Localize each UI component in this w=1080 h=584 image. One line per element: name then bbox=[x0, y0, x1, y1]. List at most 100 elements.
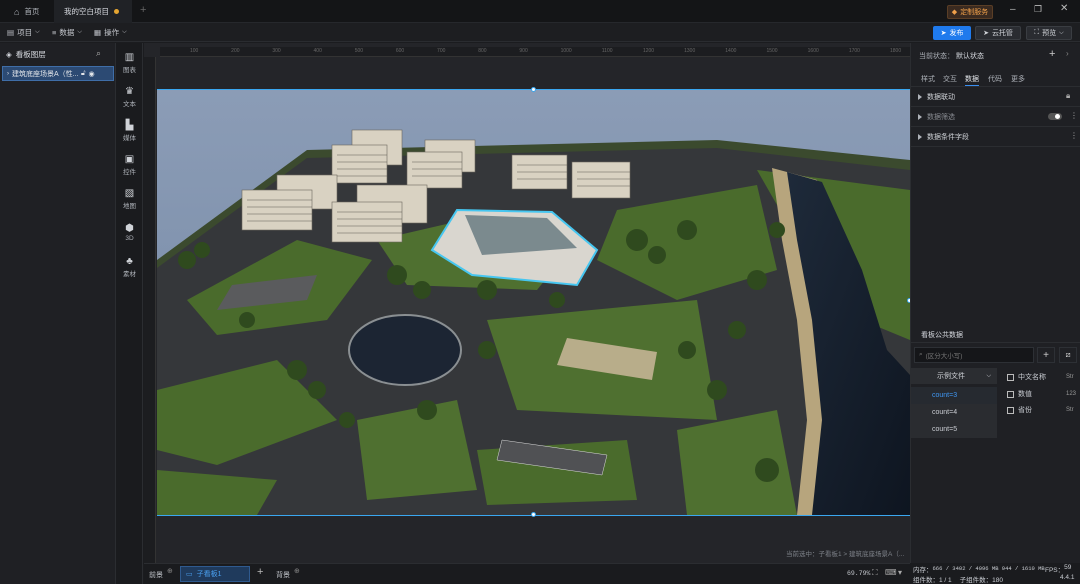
eye-icon[interactable]: ◉ bbox=[89, 70, 95, 78]
unlock-icon[interactable]: 🔓︎ bbox=[81, 70, 86, 78]
component-3d[interactable]: ⬢ 3D bbox=[116, 217, 143, 249]
search-icon[interactable]: ⌕ bbox=[96, 48, 101, 59]
field-item[interactable]: 省份 Str bbox=[1007, 404, 1077, 416]
chevron-right-icon: › bbox=[7, 70, 9, 77]
component-media[interactable]: ▙ 媒体 bbox=[116, 115, 143, 147]
layer-item[interactable]: › 建筑底座场景A（性... 🔓︎ ◉ bbox=[2, 66, 114, 81]
ruler-tick-label: 1000 bbox=[560, 48, 572, 54]
background-tab[interactable]: 背景 bbox=[276, 570, 290, 580]
status-panel: 内存： 666 / 3402 / 4096 MB 944 / 1610 MB F… bbox=[910, 563, 1080, 584]
component-bar: ▥ 图表 ♛ 文本 ▙ 媒体 ▣ 控件 ▧ 地图 ⬢ 3D ♣ 素材 bbox=[116, 43, 143, 584]
menu-project[interactable]: ▤ 项目 ⌵ bbox=[7, 23, 40, 42]
preview-button[interactable]: ⛶ 预览 ⌵ bbox=[1026, 26, 1072, 40]
collapse-icon[interactable]: ▾ bbox=[898, 568, 902, 577]
component-chart[interactable]: ▥ 图表 bbox=[116, 47, 143, 79]
field-item[interactable]: 数值 123 bbox=[1007, 388, 1077, 400]
lock-icon[interactable]: 🔒︎ bbox=[1066, 91, 1070, 101]
tab-project[interactable]: 我的空白项目 bbox=[54, 0, 132, 23]
checkbox-icon[interactable] bbox=[1007, 406, 1014, 414]
chevron-down-icon: ⌵ bbox=[1059, 29, 1064, 36]
material-icon: ♣ bbox=[126, 255, 133, 267]
close-icon[interactable]: ✕ bbox=[1060, 3, 1068, 14]
ruler-tick-label: 900 bbox=[519, 48, 528, 54]
section-label: 数据筛选 bbox=[927, 113, 955, 121]
layer-panel-title: 看板图层 bbox=[15, 50, 46, 59]
add-state-icon[interactable]: + bbox=[1049, 48, 1055, 60]
fps-row: FPS： 59 bbox=[1045, 564, 1071, 574]
file-icon: ▤ bbox=[7, 28, 15, 37]
more-vertical-icon[interactable]: ⋮ bbox=[1070, 131, 1078, 140]
section-data-linkage[interactable]: 数据联动 🔒︎ bbox=[911, 87, 1080, 107]
keyboard-icon[interactable]: ⌨ bbox=[885, 568, 897, 577]
filter-toggle[interactable] bbox=[1048, 113, 1062, 120]
bottom-bar: 前景 ⊕ ▭ 子看板1 + 背景 ⊕ 69.79% ⛶ ⌨ ▾ bbox=[144, 563, 910, 584]
3d-scene-viewport[interactable] bbox=[157, 90, 910, 515]
section-condition-fields[interactable]: 数据条件字段 ⋮ bbox=[911, 127, 1080, 147]
fit-screen-icon[interactable]: ⛶ bbox=[872, 568, 878, 578]
tab-code[interactable]: 代码 bbox=[988, 72, 1002, 86]
ruler-tick-label: 600 bbox=[395, 48, 405, 54]
chevron-right-icon[interactable]: › bbox=[1066, 49, 1069, 58]
memory-label: 内存： bbox=[913, 567, 933, 574]
foreground-tab[interactable]: 前景 bbox=[149, 570, 163, 580]
component-control[interactable]: ▣ 控件 bbox=[116, 149, 143, 181]
menu-bar: ▤ 项目 ⌵ ≡ 数据 ⌵ ▦ 操作 ⌵ ➤ 发布 ➤ 云托管 ⛶ 预览 ⌵ bbox=[0, 23, 1080, 42]
component-map[interactable]: ▧ 地图 bbox=[116, 183, 143, 215]
add-data-button[interactable]: + bbox=[1037, 347, 1055, 363]
component-text[interactable]: ♛ 文本 bbox=[116, 81, 143, 113]
field-item[interactable]: 中文名称 Str bbox=[1007, 371, 1077, 383]
count-item[interactable]: count=3 bbox=[911, 387, 997, 404]
resize-handle[interactable] bbox=[531, 87, 536, 92]
add-circle-icon[interactable]: ⊕ bbox=[294, 567, 300, 575]
count-item[interactable]: count=5 bbox=[911, 421, 997, 438]
count-item[interactable]: count=4 bbox=[911, 404, 997, 421]
property-panel: 当前状态： 默认状态 + › 样式 交互 数据 代码 更多 数据联动 🔒︎ 数据… bbox=[910, 43, 1080, 584]
add-circle-icon[interactable]: ⊕ bbox=[167, 567, 173, 575]
tab-more[interactable]: 更多 bbox=[1011, 72, 1025, 86]
edit-data-icon[interactable]: ⧄ bbox=[1059, 347, 1077, 363]
ruler-tick-label: 700 bbox=[437, 48, 446, 54]
component-material-label: 素材 bbox=[123, 270, 136, 278]
resize-handle[interactable] bbox=[531, 512, 536, 517]
new-tab-icon[interactable]: + bbox=[140, 4, 146, 16]
more-vertical-icon[interactable]: ⋮ bbox=[1070, 111, 1078, 120]
tab-style[interactable]: 样式 bbox=[921, 72, 935, 86]
chevron-down-icon: ⌵ bbox=[122, 29, 127, 35]
layer-panel-header: ◈ 看板图层 bbox=[6, 49, 46, 60]
ruler-top: 100 200 300 400 500 600 700 800 900 1000 1100 1200 1… bbox=[160, 47, 910, 57]
fps-value: 59 bbox=[1064, 564, 1072, 571]
checkbox-icon[interactable] bbox=[1007, 390, 1014, 398]
menu-operate[interactable]: ▦ 操作 ⌵ bbox=[94, 23, 127, 42]
chevron-down-icon: ⌵ bbox=[986, 372, 991, 379]
sub-component-count: 子组件数：180 bbox=[959, 577, 1004, 584]
public-data-header: 看板公共数据 bbox=[911, 327, 1080, 343]
component-material[interactable]: ♣ 素材 bbox=[116, 251, 143, 283]
field-name: 省份 bbox=[1018, 407, 1032, 414]
tab-interaction[interactable]: 交互 bbox=[943, 72, 957, 86]
publish-button[interactable]: ➤ 发布 bbox=[933, 26, 971, 40]
checkbox-icon[interactable] bbox=[1007, 373, 1014, 381]
count-row: 组件数：1 / 1 子组件数：180 bbox=[913, 574, 1003, 584]
add-board-icon[interactable]: + bbox=[257, 566, 263, 578]
tab-project-label: 我的空白项目 bbox=[64, 7, 109, 16]
ruler-tick-label: 1200 bbox=[642, 48, 655, 54]
control-icon: ▣ bbox=[124, 153, 135, 165]
cloud-hosting-button[interactable]: ➤ 云托管 bbox=[975, 26, 1021, 40]
tab-home[interactable]: ⌂ 首页 bbox=[4, 0, 49, 23]
menu-data[interactable]: ≡ 数据 ⌵ bbox=[52, 23, 82, 42]
customize-service-button[interactable]: ◆ 定制服务 bbox=[947, 5, 993, 19]
map-icon: ▧ bbox=[124, 187, 135, 199]
state-value[interactable]: 默认状态 bbox=[956, 51, 984, 61]
sub-board-tab[interactable]: ▭ 子看板1 bbox=[180, 566, 250, 582]
section-data-filter[interactable]: 数据筛选 ⋮ bbox=[911, 107, 1080, 127]
preview-label: 预览 bbox=[1042, 30, 1057, 37]
fps-label: FPS： bbox=[1045, 567, 1065, 574]
file-select[interactable]: 示例文件 ⌵ bbox=[911, 368, 997, 384]
database-icon: ≡ bbox=[52, 28, 57, 37]
public-data-search-input[interactable]: ⌕ (区分大小写) bbox=[914, 347, 1034, 363]
ruler-tick-label: 1100 bbox=[601, 48, 613, 54]
restore-icon[interactable]: ❐ bbox=[1034, 4, 1042, 15]
tab-data[interactable]: 数据 bbox=[965, 72, 979, 86]
minimize-icon[interactable]: – bbox=[1010, 4, 1016, 15]
zoom-level[interactable]: 69.79% bbox=[847, 570, 870, 577]
